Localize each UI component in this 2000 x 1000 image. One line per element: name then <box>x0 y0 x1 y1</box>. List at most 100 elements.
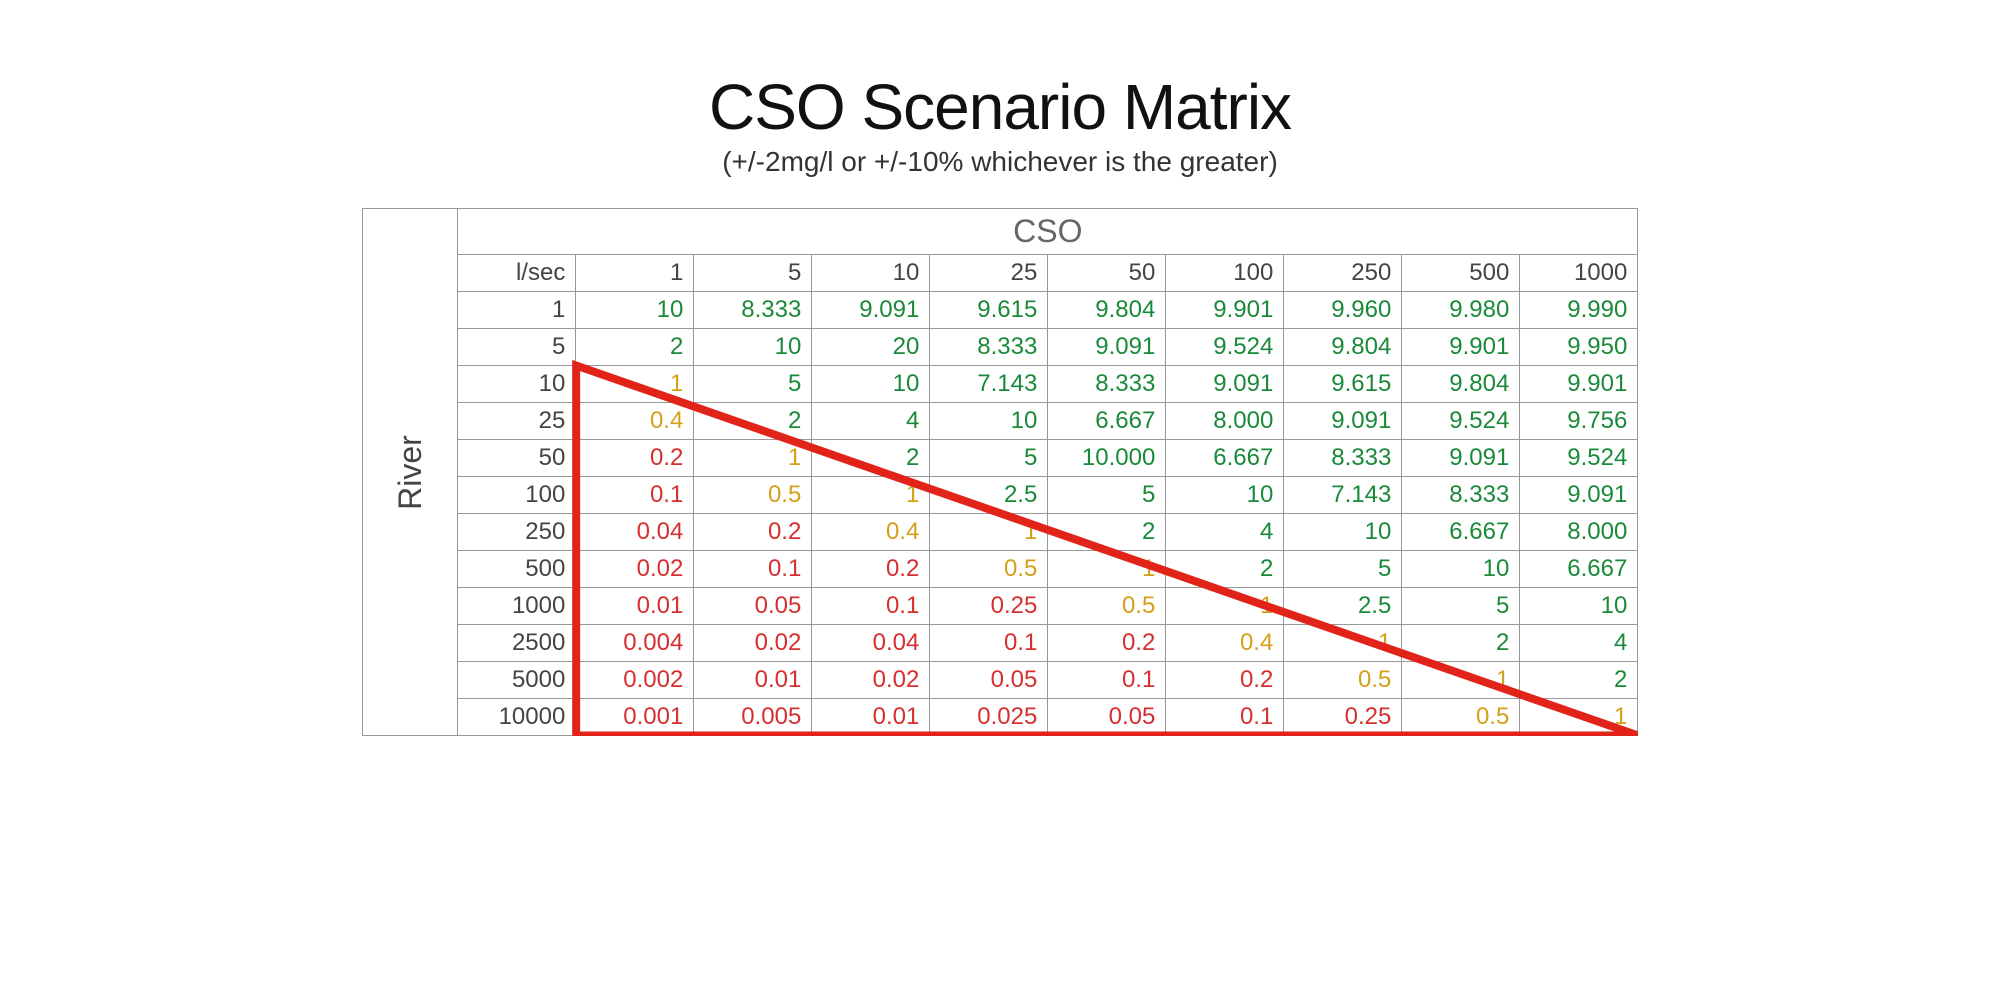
matrix-cell: 9.524 <box>1402 403 1520 440</box>
matrix-cell: 1 <box>576 366 694 403</box>
matrix-cell: 1 <box>1166 588 1284 625</box>
cso-col-header: 500 <box>1402 255 1520 292</box>
matrix-cell: 9.091 <box>1284 403 1402 440</box>
river-row-header: 5000 <box>458 662 576 699</box>
matrix-cell: 9.615 <box>1284 366 1402 403</box>
matrix-cell: 2 <box>694 403 812 440</box>
matrix-cell: 0.25 <box>1284 699 1402 736</box>
matrix-cell: 0.1 <box>694 551 812 588</box>
page-subtitle: (+/-2mg/l or +/-10% whichever is the gre… <box>722 146 1278 178</box>
matrix-cell: 0.004 <box>576 625 694 662</box>
matrix-cell: 9.804 <box>1284 329 1402 366</box>
matrix-cell: 8.000 <box>1166 403 1284 440</box>
matrix-cell: 0.01 <box>812 699 930 736</box>
matrix-cell: 2 <box>812 440 930 477</box>
cso-col-header: 10 <box>812 255 930 292</box>
cso-col-header: 1000 <box>1520 255 1638 292</box>
matrix-cell: 0.25 <box>930 588 1048 625</box>
matrix-cell: 0.1 <box>576 477 694 514</box>
matrix-cell: 8.333 <box>1048 366 1166 403</box>
river-axis-label: River <box>362 209 458 736</box>
river-row-header: 500 <box>458 551 576 588</box>
matrix-cell: 9.524 <box>1166 329 1284 366</box>
matrix-cell: 2 <box>1402 625 1520 662</box>
matrix-cell: 5 <box>930 440 1048 477</box>
river-row-header: 5 <box>458 329 576 366</box>
matrix-cell: 0.01 <box>576 588 694 625</box>
matrix-cell: 9.524 <box>1520 440 1638 477</box>
river-row-header: 25 <box>458 403 576 440</box>
river-row-header: 100 <box>458 477 576 514</box>
matrix-cell: 0.5 <box>930 551 1048 588</box>
matrix-cell: 9.091 <box>812 292 930 329</box>
matrix-cell: 0.04 <box>576 514 694 551</box>
river-row-header: 10000 <box>458 699 576 736</box>
cso-col-header: 100 <box>1166 255 1284 292</box>
matrix-cell: 0.2 <box>812 551 930 588</box>
matrix-cell: 9.804 <box>1402 366 1520 403</box>
matrix-cell: 6.667 <box>1048 403 1166 440</box>
matrix-cell: 9.091 <box>1166 366 1284 403</box>
cso-axis-label: CSO <box>458 209 1638 255</box>
matrix-cell: 9.901 <box>1520 366 1638 403</box>
matrix-cell: 0.1 <box>812 588 930 625</box>
matrix-cell: 4 <box>1520 625 1638 662</box>
matrix-cell: 10 <box>930 403 1048 440</box>
matrix-cell: 9.901 <box>1402 329 1520 366</box>
matrix-cell: 0.5 <box>1048 588 1166 625</box>
matrix-cell: 10 <box>1402 551 1520 588</box>
cso-col-header: 250 <box>1284 255 1402 292</box>
cso-col-header: 25 <box>930 255 1048 292</box>
matrix-cell: 9.901 <box>1166 292 1284 329</box>
matrix-cell: 9.980 <box>1402 292 1520 329</box>
matrix-cell: 20 <box>812 329 930 366</box>
matrix-cell: 8.333 <box>1402 477 1520 514</box>
matrix-cell: 10 <box>576 292 694 329</box>
matrix-cell: 1 <box>1284 625 1402 662</box>
river-row-header: 250 <box>458 514 576 551</box>
matrix-cell: 9.756 <box>1520 403 1638 440</box>
matrix-cell: 4 <box>812 403 930 440</box>
matrix-cell: 9.091 <box>1048 329 1166 366</box>
page-container: CSO Scenario Matrix (+/-2mg/l or +/-10% … <box>0 0 2000 1000</box>
river-row-header: 1 <box>458 292 576 329</box>
scenario-matrix: RiverCSOl/sec1510255010025050010001108.3… <box>362 208 1639 736</box>
matrix-cell: 0.005 <box>694 699 812 736</box>
matrix-cell: 2.5 <box>930 477 1048 514</box>
matrix-cell: 0.02 <box>576 551 694 588</box>
matrix-cell: 2 <box>1520 662 1638 699</box>
matrix-cell: 8.333 <box>1284 440 1402 477</box>
matrix-cell: 8.000 <box>1520 514 1638 551</box>
cso-col-header: 1 <box>576 255 694 292</box>
matrix-cell: 7.143 <box>930 366 1048 403</box>
matrix-cell: 0.1 <box>930 625 1048 662</box>
matrix-cell: 9.960 <box>1284 292 1402 329</box>
matrix-cell: 1 <box>812 477 930 514</box>
matrix-cell: 2 <box>1166 551 1284 588</box>
cso-col-header: 50 <box>1048 255 1166 292</box>
matrix-cell: 1 <box>1520 699 1638 736</box>
matrix-cell: 5 <box>1048 477 1166 514</box>
matrix-cell: 9.615 <box>930 292 1048 329</box>
matrix-cell: 10 <box>694 329 812 366</box>
matrix-cell: 0.1 <box>1166 699 1284 736</box>
matrix-wrapper: RiverCSOl/sec1510255010025050010001108.3… <box>362 208 1639 736</box>
matrix-cell: 9.990 <box>1520 292 1638 329</box>
matrix-cell: 0.4 <box>812 514 930 551</box>
matrix-cell: 0.001 <box>576 699 694 736</box>
matrix-cell: 9.950 <box>1520 329 1638 366</box>
matrix-cell: 0.4 <box>1166 625 1284 662</box>
matrix-cell: 0.05 <box>930 662 1048 699</box>
matrix-cell: 0.5 <box>1402 699 1520 736</box>
matrix-cell: 0.04 <box>812 625 930 662</box>
matrix-cell: 0.02 <box>812 662 930 699</box>
matrix-cell: 0.05 <box>1048 699 1166 736</box>
matrix-cell: 0.2 <box>1166 662 1284 699</box>
matrix-cell: 0.01 <box>694 662 812 699</box>
unit-label: l/sec <box>458 255 576 292</box>
matrix-cell: 8.333 <box>694 292 812 329</box>
matrix-cell: 8.333 <box>930 329 1048 366</box>
cso-col-header: 5 <box>694 255 812 292</box>
river-row-header: 1000 <box>458 588 576 625</box>
matrix-cell: 1 <box>1402 662 1520 699</box>
